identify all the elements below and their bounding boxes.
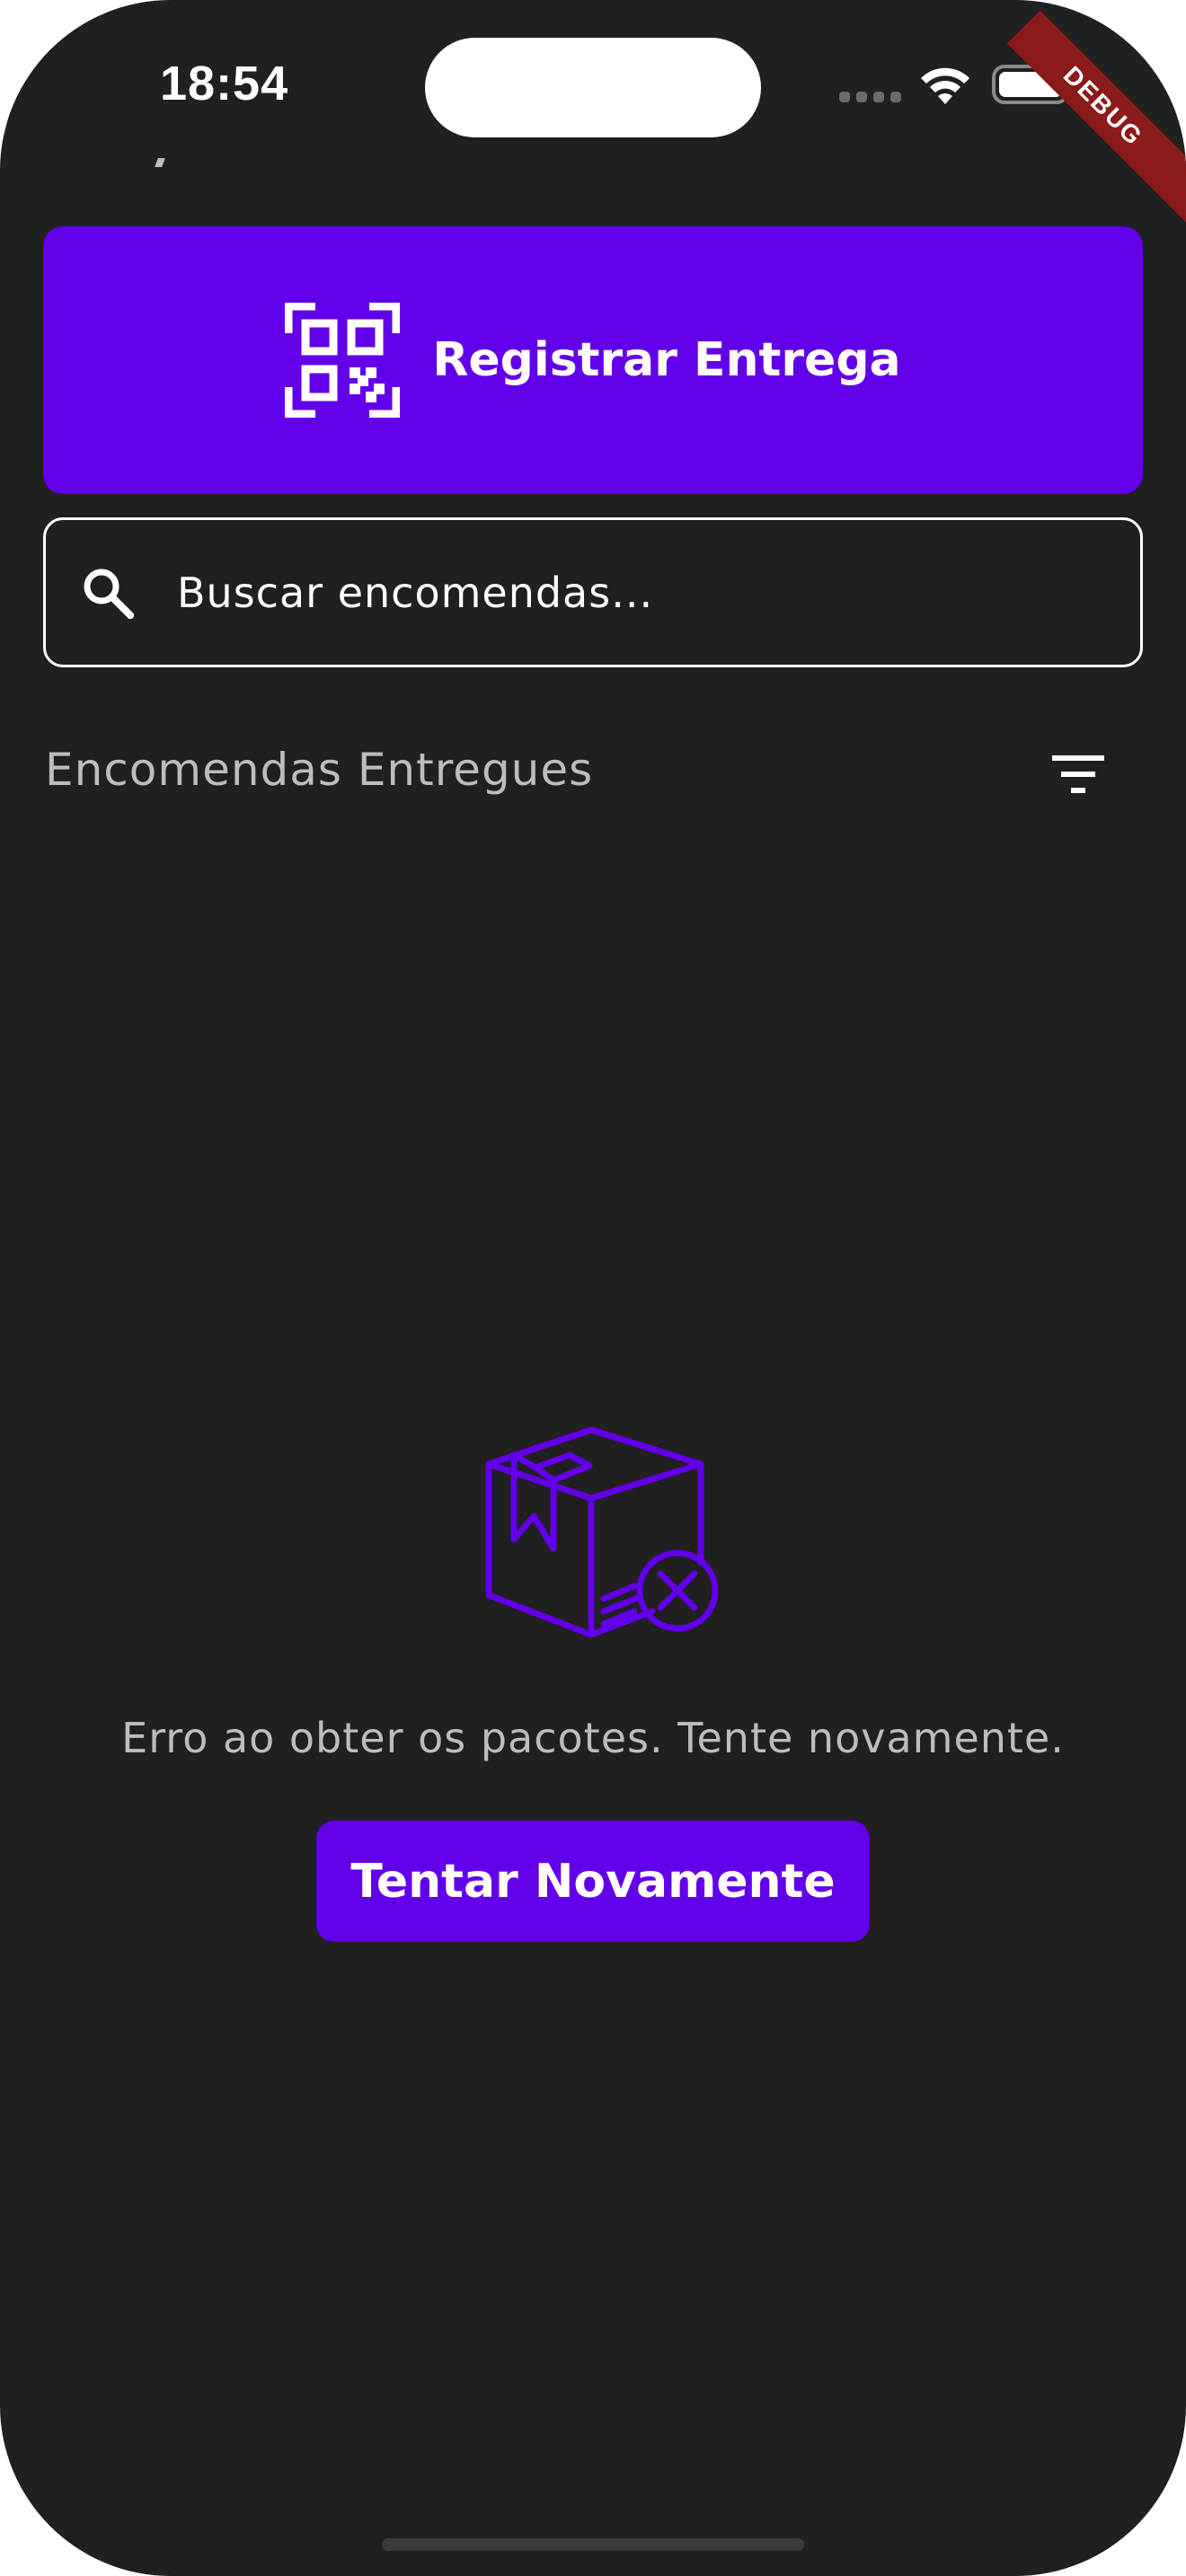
section-title: Encomendas Entregues [45, 744, 594, 796]
debug-ribbon: DEBUG [1006, 0, 1186, 247]
error-message: Erro ao obter os pacotes. Tente novament… [121, 1714, 1065, 1762]
register-delivery-button[interactable]: Registrar Entrega [43, 226, 1143, 494]
debug-label: DEBUG [1006, 10, 1186, 247]
battery-icon [992, 65, 1075, 104]
search-icon [84, 569, 134, 619]
package-error-icon [485, 1426, 719, 1638]
filter-button[interactable] [1042, 745, 1114, 803]
app-bar-mark [155, 158, 165, 167]
qr-code-scanner-icon [285, 303, 401, 418]
dynamic-island [425, 38, 761, 137]
filter-icon [1052, 755, 1104, 793]
home-indicator[interactable] [382, 2538, 804, 2551]
retry-button[interactable]: Tentar Novamente [316, 1821, 870, 1942]
search-input[interactable] [177, 568, 1075, 617]
wifi-icon [921, 67, 969, 104]
status-time: 18:54 [160, 57, 289, 110]
search-box[interactable] [43, 517, 1143, 667]
cellular-signal-icon [839, 92, 901, 102]
register-delivery-label: Registrar Entrega [432, 333, 901, 387]
app-screen: 18:54 DEBUG Registrar Entrega Buscar enc… [0, 0, 1186, 2576]
